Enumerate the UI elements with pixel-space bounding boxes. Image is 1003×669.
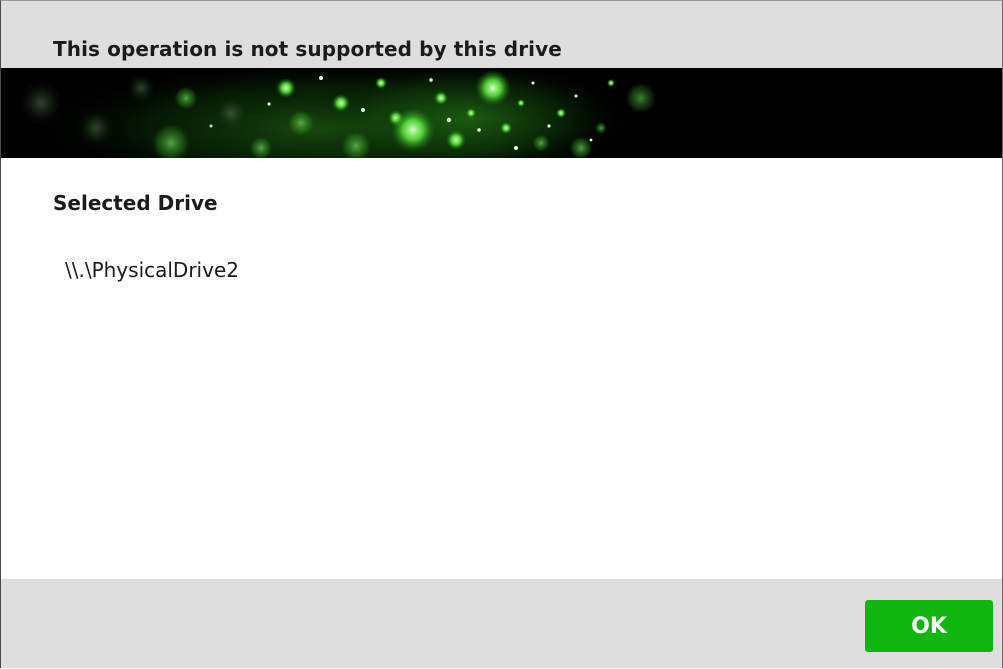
error-dialog: This operation is not supported by this … — [0, 0, 1003, 668]
dialog-content: Selected Drive \\.\PhysicalDrive2 — [1, 158, 1002, 579]
selected-drive-path: \\.\PhysicalDrive2 — [65, 258, 239, 282]
bokeh-banner-graphic — [1, 68, 1002, 158]
dialog-footer: OK — [1, 579, 1002, 668]
selected-drive-label: Selected Drive — [53, 191, 218, 215]
dialog-title: This operation is not supported by this … — [53, 37, 562, 61]
banner-image — [1, 68, 1002, 158]
dialog-header: This operation is not supported by this … — [1, 1, 1002, 68]
ok-button[interactable]: OK — [865, 600, 993, 652]
